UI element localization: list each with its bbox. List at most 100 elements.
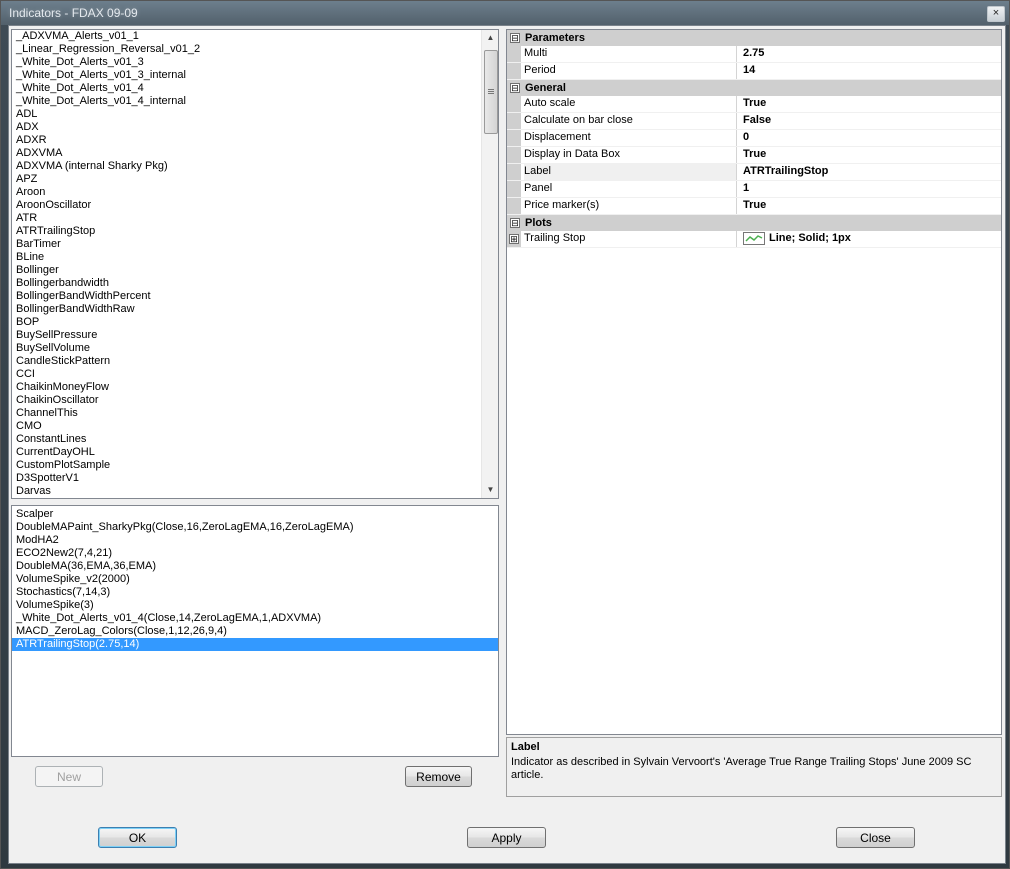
list-item[interactable]: Stochastics(7,14,3): [12, 586, 498, 599]
vertical-scrollbar[interactable]: ▲ ▼: [481, 30, 498, 498]
list-item[interactable]: ECO2New2(7,4,21): [12, 547, 498, 560]
collapse-icon[interactable]: ⊟: [510, 218, 520, 228]
property-name: Panel: [524, 181, 737, 197]
list-item[interactable]: ATR: [12, 212, 481, 225]
property-value[interactable]: True: [743, 198, 766, 213]
property-value[interactable]: True: [743, 96, 766, 111]
property-row-trailing-stop[interactable]: ⊞ Trailing Stop Line; Solid; 1px: [507, 231, 1001, 248]
list-item[interactable]: BOP: [12, 316, 481, 329]
property-name: Auto scale: [524, 96, 737, 112]
list-item[interactable]: _ADXVMA_Alerts_v01_1: [12, 30, 481, 43]
scroll-down-arrow-icon[interactable]: ▼: [482, 482, 498, 498]
list-item[interactable]: ADXR: [12, 134, 481, 147]
indicators-window: Indicators - FDAX 09-09 × _ADXVMA_Alerts…: [0, 0, 1010, 869]
title-bar[interactable]: Indicators - FDAX 09-09 ×: [1, 1, 1009, 25]
remove-button[interactable]: Remove: [405, 766, 472, 787]
list-item[interactable]: MACD_ZeroLag_Colors(Close,1,12,26,9,4): [12, 625, 498, 638]
list-item[interactable]: DoubleMAPaint_SharkyPkg(Close,16,ZeroLag…: [12, 521, 498, 534]
list-item[interactable]: Bollingerbandwidth: [12, 277, 481, 290]
property-value[interactable]: 1: [743, 181, 749, 196]
list-item[interactable]: CandleStickPattern: [12, 355, 481, 368]
category-plots[interactable]: ⊟ Plots: [507, 215, 1001, 231]
list-item[interactable]: VolumeSpike_v2(2000): [12, 573, 498, 586]
list-item[interactable]: _White_Dot_Alerts_v01_3: [12, 56, 481, 69]
collapse-icon[interactable]: ⊟: [510, 33, 520, 43]
list-item[interactable]: BLine: [12, 251, 481, 264]
scroll-up-arrow-icon[interactable]: ▲: [482, 30, 498, 46]
property-row[interactable]: Calculate on bar close False: [507, 113, 1001, 130]
plot-line-swatch-icon: [743, 232, 765, 245]
expand-icon[interactable]: ⊞: [509, 234, 519, 244]
list-item[interactable]: ATRTrailingStop: [12, 225, 481, 238]
property-value[interactable]: 14: [743, 63, 755, 78]
list-item[interactable]: BuySellVolume: [12, 342, 481, 355]
list-item[interactable]: D3SpotterV1: [12, 472, 481, 485]
scroll-thumb[interactable]: [484, 50, 498, 134]
list-item[interactable]: ChaikinOscillator: [12, 394, 481, 407]
list-item[interactable]: _White_Dot_Alerts_v01_4_internal: [12, 95, 481, 108]
list-item[interactable]: BollingerBandWidthPercent: [12, 290, 481, 303]
selected-list-item[interactable]: ATRTrailingStop(2.75,14): [12, 638, 498, 651]
property-value[interactable]: False: [743, 113, 771, 128]
close-button[interactable]: Close: [836, 827, 915, 848]
list-item[interactable]: Darvas: [12, 485, 481, 498]
list-item[interactable]: CustomPlotSample: [12, 459, 481, 472]
list-item[interactable]: BuySellPressure: [12, 329, 481, 342]
list-item[interactable]: _White_Dot_Alerts_v01_4: [12, 82, 481, 95]
new-button[interactable]: New: [35, 766, 103, 787]
list-item[interactable]: CurrentDayOHL: [12, 446, 481, 459]
available-indicators-list[interactable]: _ADXVMA_Alerts_v01_1 _Linear_Regression_R…: [11, 29, 499, 499]
list-item[interactable]: APZ: [12, 173, 481, 186]
list-item[interactable]: ConstantLines: [12, 433, 481, 446]
row-gutter: [507, 63, 521, 79]
list-item[interactable]: ModHA2: [12, 534, 498, 547]
applied-indicators-items: Scalper DoubleMAPaint_SharkyPkg(Close,16,…: [12, 506, 498, 651]
property-row[interactable]: Display in Data Box True: [507, 147, 1001, 164]
list-item[interactable]: DoubleMA(36,EMA,36,EMA): [12, 560, 498, 573]
collapse-icon[interactable]: ⊟: [510, 83, 520, 93]
property-value[interactable]: 2.75: [743, 46, 764, 61]
property-row[interactable]: Price marker(s) True: [507, 198, 1001, 215]
row-gutter: [507, 46, 521, 62]
property-row[interactable]: Panel 1: [507, 181, 1001, 198]
list-item[interactable]: BollingerBandWidthRaw: [12, 303, 481, 316]
list-item[interactable]: ChaikinMoneyFlow: [12, 381, 481, 394]
list-item[interactable]: VolumeSpike(3): [12, 599, 498, 612]
property-row[interactable]: Period 14: [507, 63, 1001, 80]
row-gutter: [507, 181, 521, 197]
general-rows: Auto scale True Calculate on bar close Fals…: [507, 96, 1001, 215]
ok-button[interactable]: OK: [98, 827, 177, 848]
list-item[interactable]: _Linear_Regression_Reversal_v01_2: [12, 43, 481, 56]
category-parameters[interactable]: ⊟ Parameters: [507, 30, 1001, 46]
list-item[interactable]: Scalper: [12, 508, 498, 521]
list-item[interactable]: AroonOscillator: [12, 199, 481, 212]
list-item[interactable]: CMO: [12, 420, 481, 433]
property-name: Calculate on bar close: [524, 113, 737, 129]
row-gutter: [507, 130, 521, 146]
list-item[interactable]: BarTimer: [12, 238, 481, 251]
list-item[interactable]: _White_Dot_Alerts_v01_4(Close,14,ZeroLag…: [12, 612, 498, 625]
list-item[interactable]: Aroon: [12, 186, 481, 199]
window-close-button[interactable]: ×: [987, 6, 1005, 22]
list-item[interactable]: ADX: [12, 121, 481, 134]
property-value[interactable]: Line; Solid; 1px: [769, 231, 851, 246]
property-row[interactable]: Auto scale True: [507, 96, 1001, 113]
list-item[interactable]: ADXVMA (internal Sharky Pkg): [12, 160, 481, 173]
property-value[interactable]: ATRTrailingStop: [743, 164, 828, 179]
category-general[interactable]: ⊟ General: [507, 80, 1001, 96]
list-item[interactable]: CCI: [12, 368, 481, 381]
apply-button[interactable]: Apply: [467, 827, 546, 848]
list-item[interactable]: ADXVMA: [12, 147, 481, 160]
applied-indicators-list[interactable]: Scalper DoubleMAPaint_SharkyPkg(Close,16,…: [11, 505, 499, 757]
list-item[interactable]: _White_Dot_Alerts_v01_3_internal: [12, 69, 481, 82]
property-row[interactable]: Label ATRTrailingStop: [507, 164, 1001, 181]
property-value[interactable]: 0: [743, 130, 749, 145]
list-item[interactable]: ADL: [12, 108, 481, 121]
list-item[interactable]: ChannelThis: [12, 407, 481, 420]
property-row[interactable]: Displacement 0: [507, 130, 1001, 147]
dialog-client-area: _ADXVMA_Alerts_v01_1 _Linear_Regression_R…: [8, 25, 1006, 864]
property-row[interactable]: Multi 2.75: [507, 46, 1001, 63]
help-title: Label: [511, 741, 540, 753]
list-item[interactable]: Bollinger: [12, 264, 481, 277]
property-value[interactable]: True: [743, 147, 766, 162]
